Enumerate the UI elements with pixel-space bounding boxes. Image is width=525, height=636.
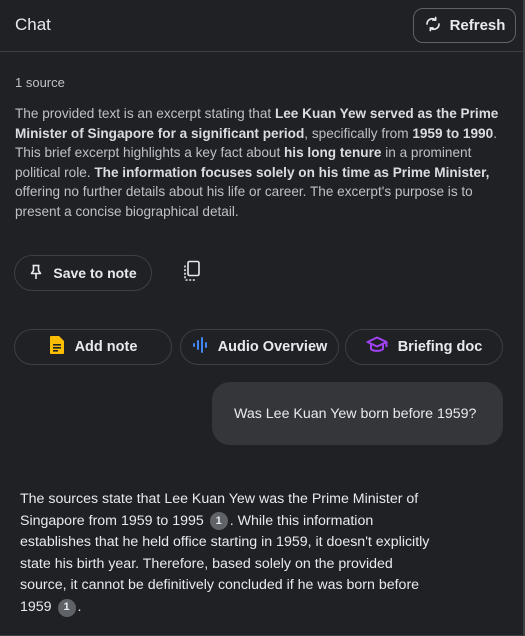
chat-panel: Chat Refresh 1 source The provided text … [0, 0, 525, 636]
audio-overview-button[interactable]: Audio Overview [180, 329, 339, 365]
pin-icon [29, 264, 43, 283]
save-to-note-label: Save to note [53, 265, 137, 281]
user-message-text: Was Lee Kuan Yew born before 1959? [234, 405, 477, 422]
summary-highlight: his long tenure [284, 145, 382, 161]
briefing-doc-button[interactable]: Briefing doc [345, 329, 503, 365]
note-icon [49, 335, 65, 359]
citation-badge[interactable]: 1 [209, 512, 228, 531]
graduation-cap-icon [366, 336, 388, 358]
audio-waveform-icon [192, 336, 208, 358]
answer-text: . [77, 598, 82, 615]
refresh-button[interactable]: Refresh [413, 8, 516, 43]
summary-text: offering no further details about his li… [15, 184, 473, 219]
source-summary: The provided text is an excerpt stating … [15, 104, 505, 222]
save-to-note-button[interactable]: Save to note [14, 255, 152, 291]
panel-title: Chat [15, 15, 51, 34]
add-note-label: Add note [74, 339, 138, 355]
summary-highlight: 1959 to 1990 [412, 125, 494, 141]
assistant-answer: The sources state that Lee Kuan Yew was … [20, 489, 440, 619]
copy-icon [182, 260, 202, 287]
chat-header: Chat Refresh [0, 0, 523, 52]
refresh-icon [424, 15, 442, 37]
briefing-doc-label: Briefing doc [397, 339, 483, 355]
copy-button[interactable] [181, 260, 203, 287]
summary-text: , specifically from [304, 125, 413, 141]
source-count: 1 source [15, 75, 65, 90]
citation-badge[interactable]: 1 [57, 598, 76, 617]
summary-highlight: The information focuses solely on his ti… [94, 164, 490, 180]
summary-text: The provided text is an excerpt stating … [15, 106, 275, 121]
add-note-button[interactable]: Add note [14, 329, 172, 365]
refresh-label: Refresh [449, 17, 506, 34]
user-message-bubble: Was Lee Kuan Yew born before 1959? [212, 382, 503, 445]
audio-overview-label: Audio Overview [217, 339, 328, 355]
